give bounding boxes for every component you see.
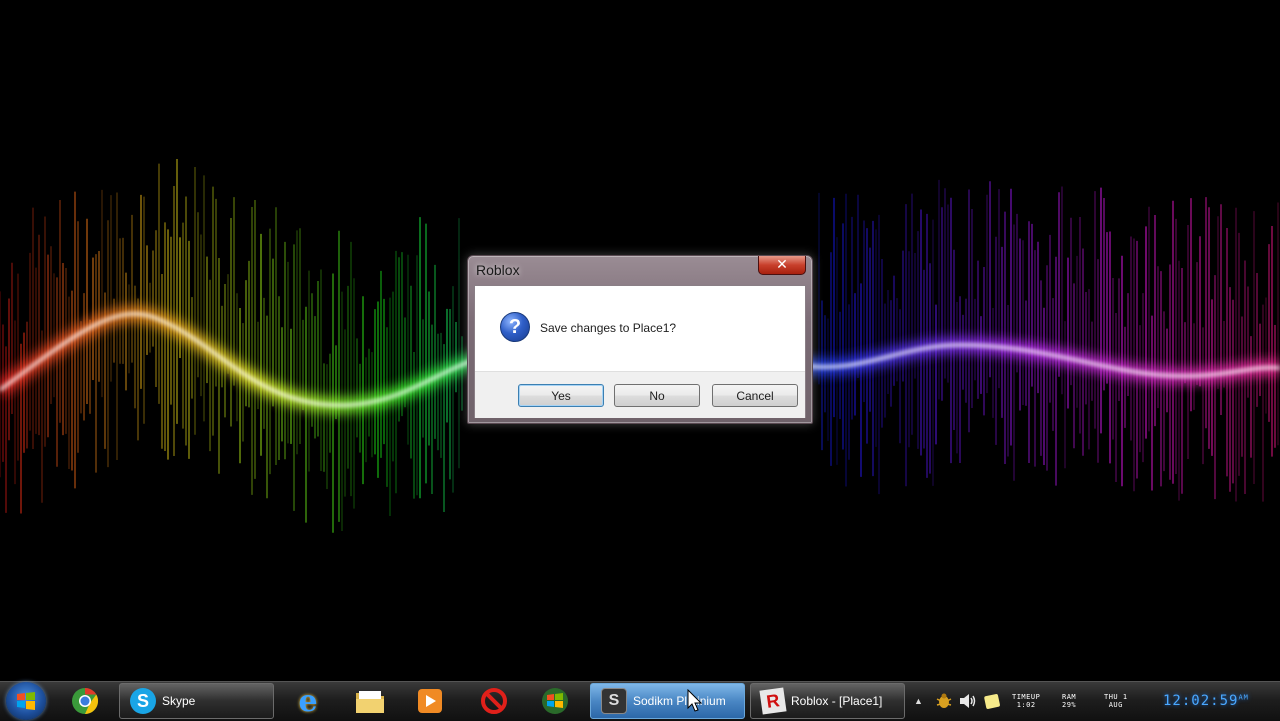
windows-icon[interactable] — [537, 684, 573, 718]
internet-explorer-icon[interactable]: e — [290, 684, 326, 719]
close-icon: ✕ — [776, 257, 788, 273]
timeup-value: 1:02 — [1016, 701, 1036, 709]
volume-icon[interactable] — [959, 682, 977, 720]
day-label: THU — [1104, 693, 1119, 701]
mouse-cursor — [687, 689, 703, 712]
windows-start-icon — [17, 692, 35, 710]
start-button[interactable] — [6, 682, 46, 720]
file-explorer-icon[interactable] — [352, 684, 388, 718]
clock-ampm: AM — [1238, 693, 1249, 702]
yes-button[interactable]: Yes — [518, 384, 604, 407]
save-changes-dialog: Roblox ✕ ? Save changes to Place1? Yes N… — [467, 255, 813, 424]
cancel-button[interactable]: Cancel — [712, 384, 798, 407]
dialog-message: Save changes to Place1? — [540, 321, 677, 335]
dialog-button-area: Yes No Cancel — [475, 371, 805, 418]
media-player-icon[interactable] — [412, 684, 448, 718]
clock[interactable]: 12:02:59AM — [1163, 693, 1249, 709]
chevron-up-icon: ▲ — [914, 696, 923, 706]
desktop: Roblox ✕ ? Save changes to Place1? Yes N… — [0, 0, 1280, 681]
clock-time: 12:02:59 — [1163, 693, 1239, 709]
timeup-widget: TIMEUP 1:02 — [1012, 682, 1040, 720]
dialog-title: Roblox — [476, 262, 520, 278]
taskbar: S Skype e S Sodikm Platinium R Roblox - … — [0, 681, 1280, 721]
no-entry-icon[interactable] — [476, 684, 512, 718]
question-icon: ? — [500, 312, 530, 342]
ram-value: 29% — [1062, 701, 1077, 709]
month-label: AUG — [1108, 701, 1123, 709]
roblox-task[interactable]: R Roblox - [Place1] — [750, 683, 905, 719]
task-label: Sodikm Platinium — [633, 694, 726, 708]
ram-label: RAM — [1062, 693, 1077, 701]
task-label: Skype — [162, 694, 196, 708]
timeup-label: TIMEUP — [1012, 693, 1041, 701]
dialog-body: ? Save changes to Place1? Yes No Cancel — [474, 285, 806, 418]
dialog-message-area: ? Save changes to Place1? — [475, 286, 805, 371]
ram-widget: RAM 29% — [1062, 682, 1076, 720]
date-day: 1 — [1122, 693, 1128, 701]
chrome-icon[interactable] — [67, 684, 103, 718]
show-hidden-icons-button[interactable]: ▲ — [914, 682, 923, 720]
sodikm-icon: S — [601, 688, 627, 714]
date-widget: THU 1 AUG — [1104, 682, 1128, 720]
dialog-close-button[interactable]: ✕ — [758, 256, 806, 275]
bug-icon[interactable] — [935, 682, 953, 720]
sodikm-task[interactable]: S Sodikm Platinium — [590, 683, 745, 719]
skype-task[interactable]: S Skype — [119, 683, 274, 719]
roblox-icon: R — [759, 687, 787, 715]
task-label: Roblox - [Place1] — [791, 694, 883, 708]
skype-icon: S — [130, 688, 156, 714]
no-button[interactable]: No — [614, 384, 700, 407]
notes-icon[interactable] — [983, 682, 1001, 720]
